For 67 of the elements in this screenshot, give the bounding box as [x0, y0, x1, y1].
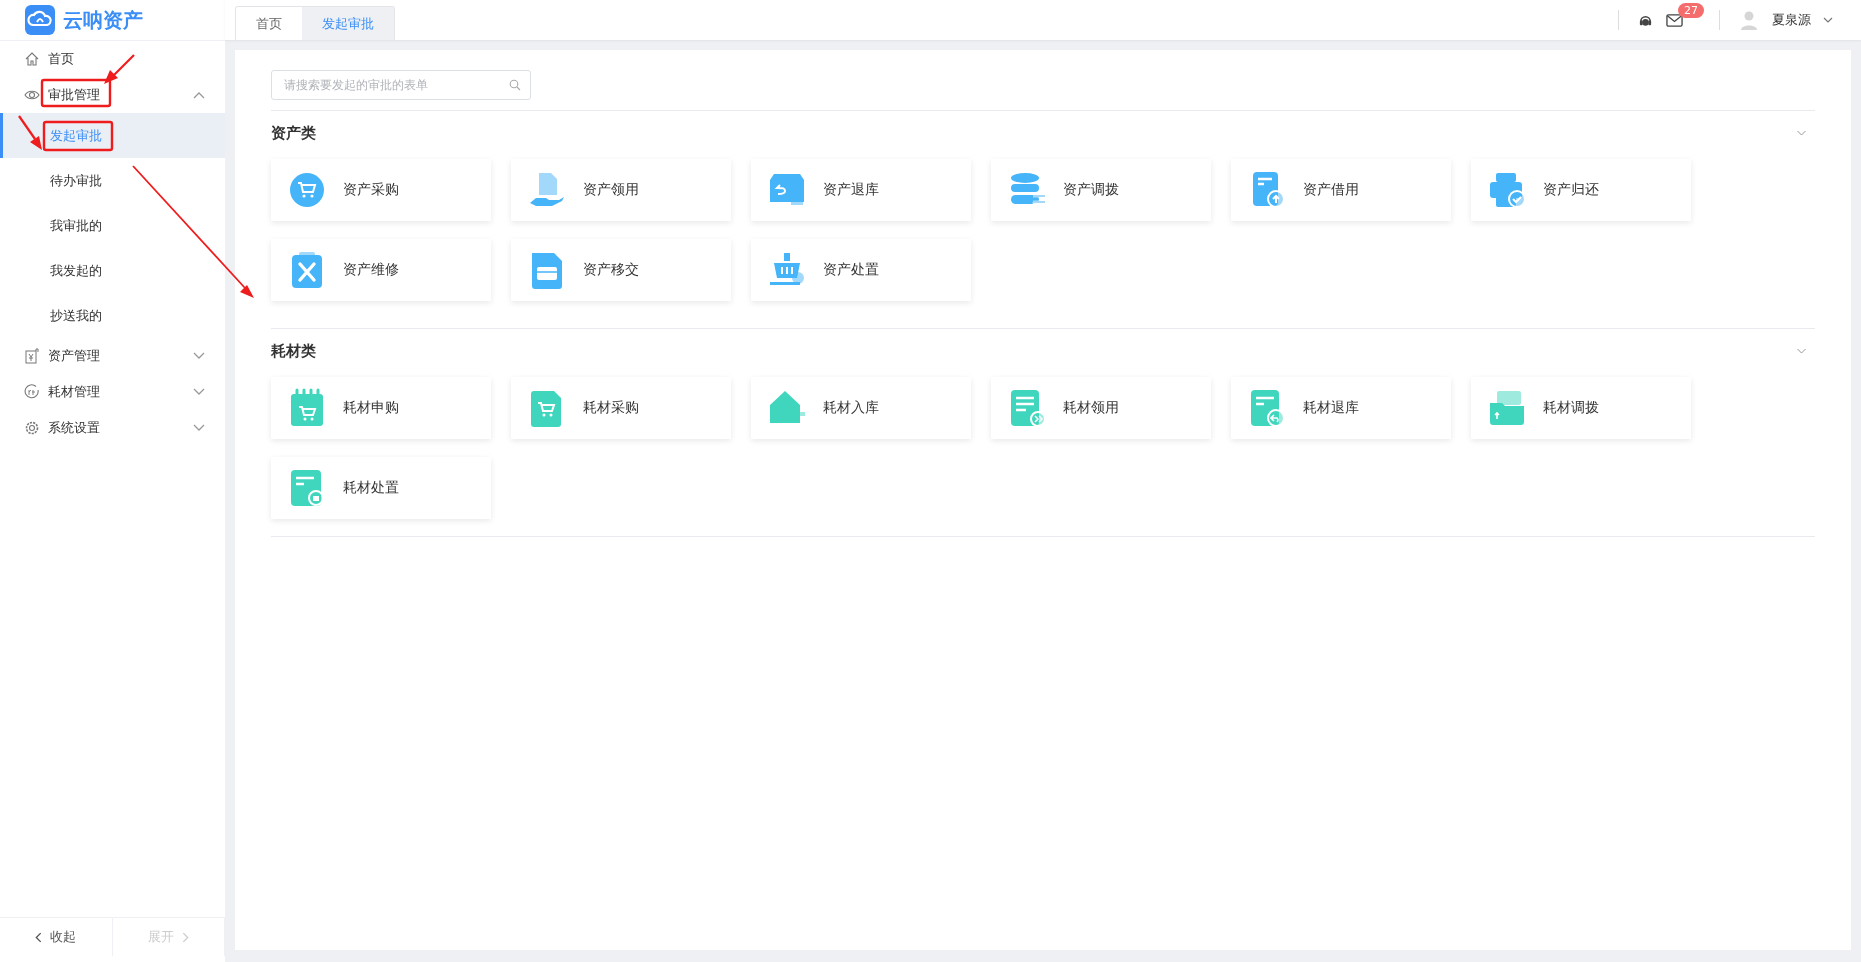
- house-icon: [24, 51, 40, 67]
- card-label: 资产借用: [1303, 181, 1359, 199]
- highlight-frame: [42, 120, 114, 152]
- annotation-arrow: [104, 54, 135, 84]
- card-label: 耗材处置: [343, 479, 399, 497]
- card-label: 资产采购: [343, 181, 399, 199]
- menu-label: 耗材管理: [48, 383, 100, 401]
- category-title: 耗材类: [271, 341, 316, 361]
- form-card[interactable]: 资产处置: [751, 239, 971, 301]
- form-card[interactable]: 耗材领用: [991, 377, 1211, 439]
- search-field[interactable]: 请搜索要发起的审批的表单: [271, 70, 531, 100]
- card-label: 耗材领用: [1063, 399, 1119, 417]
- menu-label: 资产管理: [48, 347, 100, 365]
- sidebar-item[interactable]: 首页: [0, 41, 225, 77]
- user-name[interactable]: 夏泉源: [1772, 11, 1811, 29]
- submenu-item[interactable]: 待办审批: [0, 158, 225, 203]
- card-label: 耗材退库: [1303, 399, 1359, 417]
- highlight-frame: [40, 78, 112, 108]
- menu-label: 首页: [48, 50, 74, 68]
- app-logo-text: 云呐资产: [63, 6, 143, 34]
- card-label: 资产维修: [343, 261, 399, 279]
- menu-label: 系统设置: [48, 419, 100, 437]
- form-card[interactable]: 资产领用: [511, 159, 731, 221]
- sidebar-item[interactable]: 耗材管理: [0, 374, 225, 410]
- form-card[interactable]: 耗材调拨: [1471, 377, 1691, 439]
- card-label: 资产归还: [1543, 181, 1599, 199]
- card-label: 资产调拨: [1063, 181, 1119, 199]
- yen-document-icon: [24, 348, 40, 364]
- form-card[interactable]: 耗材入库: [751, 377, 971, 439]
- search-icon: [509, 79, 521, 91]
- material-circle-icon: [24, 384, 40, 400]
- card-label: 耗材采购: [583, 399, 639, 417]
- sidebar-item[interactable]: 资产管理: [0, 338, 225, 374]
- chevron-left-icon: [35, 931, 43, 943]
- card-label: 资产移交: [583, 261, 639, 279]
- chevron-right-icon: [181, 931, 189, 943]
- form-card[interactable]: 耗材退库: [1231, 377, 1451, 439]
- settings-icon: [24, 420, 40, 436]
- form-card[interactable]: 资产采购: [271, 159, 491, 221]
- page-tab[interactable]: 首页: [236, 7, 302, 40]
- form-card[interactable]: 资产维修: [271, 239, 491, 301]
- form-card[interactable]: 资产调拨: [991, 159, 1211, 221]
- submenu-item[interactable]: 我审批的: [0, 203, 225, 248]
- card-label: 资产领用: [583, 181, 639, 199]
- form-card[interactable]: 耗材采购: [511, 377, 731, 439]
- card-label: 资产处置: [823, 261, 879, 279]
- card-label: 资产退库: [823, 181, 879, 199]
- category-title: 资产类: [271, 123, 316, 143]
- sidebar-item[interactable]: 审批管理: [0, 77, 225, 113]
- chevron-down-icon[interactable]: [1823, 17, 1833, 23]
- card-label: 耗材入库: [823, 399, 879, 417]
- submenu-item[interactable]: 我发起的: [0, 248, 225, 293]
- form-card[interactable]: 耗材申购: [271, 377, 491, 439]
- form-card[interactable]: 资产移交: [511, 239, 731, 301]
- form-card[interactable]: 耗材处置: [271, 457, 491, 519]
- submenu-item[interactable]: 抄送我的: [0, 293, 225, 338]
- form-card[interactable]: 资产归还: [1471, 159, 1691, 221]
- notification-badge: 27: [1678, 2, 1704, 18]
- sidebar-item[interactable]: 系统设置: [0, 410, 225, 446]
- form-card[interactable]: 资产借用: [1231, 159, 1451, 221]
- cloud-logo-icon: [25, 5, 55, 35]
- card-label: 耗材申购: [343, 399, 399, 417]
- annotation-arrow: [18, 115, 42, 150]
- card-label: 耗材调拨: [1543, 399, 1599, 417]
- form-card[interactable]: 资产退库: [751, 159, 971, 221]
- mail-icon[interactable]: [1666, 12, 1683, 28]
- menu-label: 审批管理: [48, 86, 100, 104]
